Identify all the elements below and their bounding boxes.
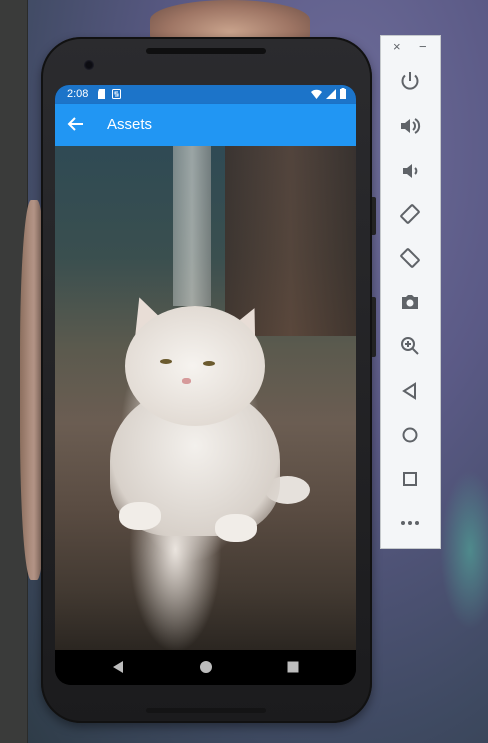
wallpaper-rock: [150, 0, 310, 40]
volume-up-icon[interactable]: [399, 115, 421, 137]
more-icon[interactable]: [399, 512, 421, 534]
status-bar: 2:08: [55, 85, 356, 104]
notification-s-icon: [112, 89, 121, 99]
page-title: Assets: [107, 116, 153, 133]
rotate-right-icon[interactable]: [399, 247, 421, 269]
emulator-toolbar-header: × −: [381, 36, 440, 60]
arrow-back-icon[interactable]: [67, 115, 85, 133]
bottom-speaker: [146, 708, 266, 713]
status-time: 2:08: [67, 88, 89, 100]
side-volume-button[interactable]: [372, 297, 376, 357]
app-bar: Assets: [55, 104, 356, 146]
back-triangle-icon[interactable]: [111, 660, 125, 674]
front-camera: [84, 60, 94, 70]
rotate-left-icon[interactable]: [399, 203, 421, 225]
device-screen: 2:08 Assets: [55, 85, 356, 685]
wallpaper-glow: [440, 470, 488, 630]
overview-icon[interactable]: [399, 468, 421, 490]
volume-down-icon[interactable]: [399, 160, 421, 182]
minimize-button[interactable]: −: [419, 39, 427, 54]
status-indicators: [311, 88, 346, 99]
zoom-icon[interactable]: [399, 335, 421, 357]
camera-icon[interactable]: [399, 291, 421, 313]
power-icon[interactable]: [399, 70, 421, 92]
signal-icon: [326, 88, 336, 99]
emulator-device-frame: 2:08 Assets: [41, 37, 376, 723]
cat-photo-image: [55, 146, 356, 650]
home-icon[interactable]: [399, 424, 421, 446]
wifi-icon: [311, 89, 322, 99]
battery-icon: [340, 88, 346, 99]
close-button[interactable]: ×: [393, 39, 401, 54]
earpiece-speaker: [146, 48, 266, 54]
system-nav-bar: [55, 650, 356, 685]
home-circle-icon[interactable]: [199, 660, 213, 674]
back-icon[interactable]: [399, 380, 421, 402]
side-power-button[interactable]: [372, 197, 376, 235]
sd-card-icon: [98, 89, 105, 99]
overview-square-icon[interactable]: [286, 660, 300, 674]
emulator-toolbar: × −: [380, 35, 441, 549]
